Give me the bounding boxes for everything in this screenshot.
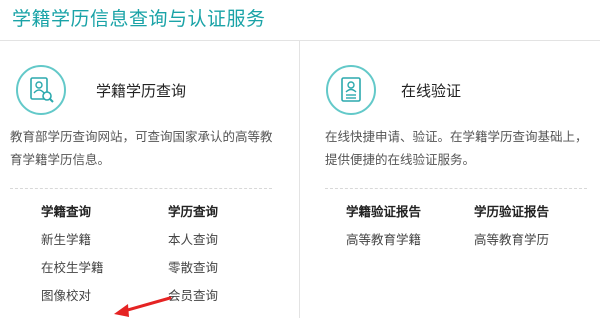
link-personal-query[interactable]: 本人查询 [168,232,218,260]
student-status-report-column: 学籍验证报告 高等教育学籍 [346,204,421,260]
dashed-divider [325,188,587,189]
dashed-divider [10,188,272,189]
document-verify-icon [326,65,376,115]
verify-panel-description: 在线快捷申请、验证。在学籍学历查询基础上，提供便捷的在线验证服务。 [325,129,588,167]
degree-report-column: 学历验证报告 高等教育学历 [474,204,549,260]
link-enrolled-student-status[interactable]: 在校生学籍 [41,260,104,288]
link-higher-ed-student-status[interactable]: 高等教育学籍 [346,232,421,260]
column-heading: 学历查询 [168,204,219,219]
red-arrow-annotation-icon [114,296,172,317]
link-member-query[interactable]: 会员查询 [168,288,218,316]
page-title: 学籍学历信息查询与认证服务 [12,8,266,30]
student-status-query-column: 学籍查询 新生学籍 在校生学籍 图像校对 [41,204,104,316]
link-individual-query[interactable]: 零散查询 [168,260,218,288]
document-search-icon [16,65,66,115]
query-panel-title: 学籍学历查询 [96,82,187,100]
link-new-student-status[interactable]: 新生学籍 [41,232,104,260]
query-panel-description: 教育部学历查询网站，可查询国家承认的高等教育学籍学历信息。 [10,129,273,167]
column-heading: 学籍验证报告 [346,204,422,219]
link-higher-ed-degree[interactable]: 高等教育学历 [474,232,549,260]
query-panel: 学籍学历查询 教育部学历查询网站，可查询国家承认的高等教育学籍学历信息。 学籍查… [0,41,299,318]
degree-query-column: 学历查询 本人查询 零散查询 会员查询 [168,204,218,316]
verify-panel-title: 在线验证 [401,82,462,100]
column-heading: 学籍查询 [41,204,92,219]
verify-panel: 在线验证 在线快捷申请、验证。在学籍学历查询基础上，提供便捷的在线验证服务。 学… [300,41,600,318]
link-image-verification[interactable]: 图像校对 [41,288,104,316]
column-heading: 学历验证报告 [474,204,550,219]
